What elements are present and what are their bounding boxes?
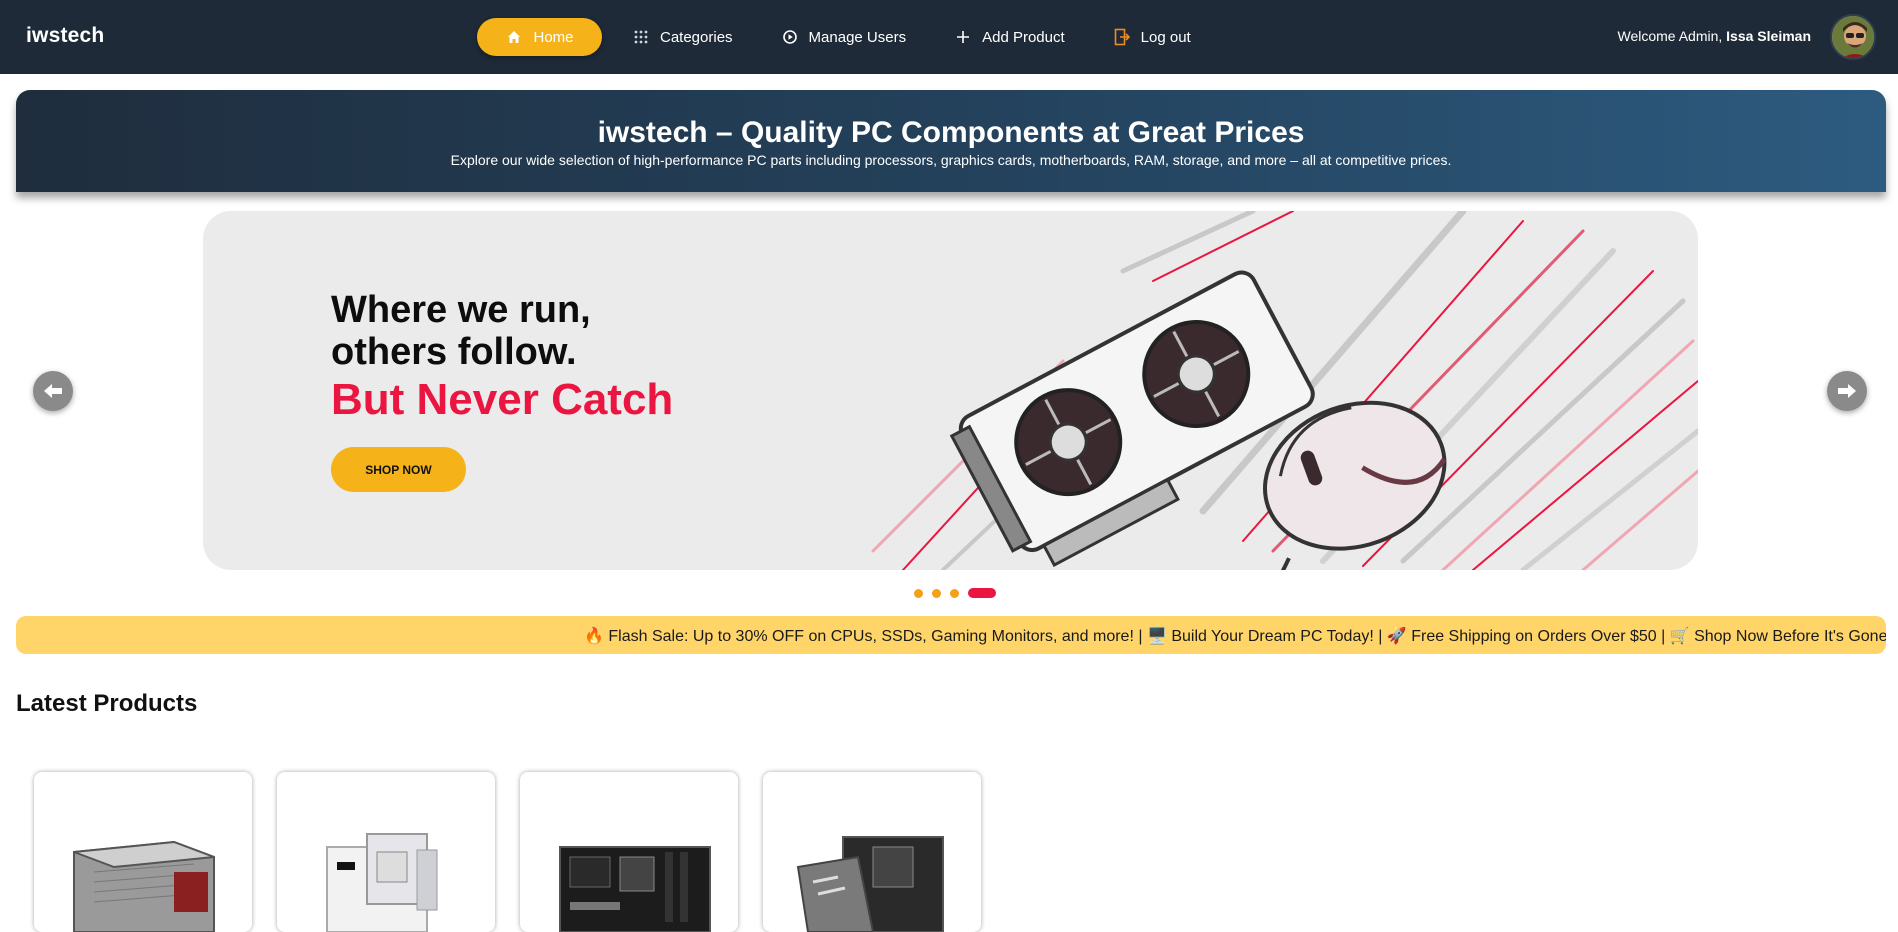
latest-products-title: Latest Products [16,690,198,717]
avatar[interactable] [1830,14,1876,60]
hero-banner: iwstech – Quality PC Components at Great… [16,90,1886,192]
carousel-dot-active[interactable] [968,588,996,598]
user-name: Issa Sleiman [1726,28,1811,44]
nav-menu: Home Categories Manage Users Add Product [477,18,1221,56]
motherboard-box-image [796,836,944,932]
slide-line-1: Where we run, [331,289,591,331]
motherboard-white-image [326,833,438,932]
carousel-dot[interactable] [914,588,923,598]
nav-home[interactable]: Home [477,18,602,56]
carousel-prev-button[interactable] [33,371,73,411]
product-card[interactable] [277,772,495,932]
carousel-indicators [914,588,1005,598]
product-card[interactable] [34,772,252,932]
carousel-dot[interactable] [950,588,959,598]
nav-categories[interactable]: Categories [614,18,751,56]
product-card[interactable] [763,772,981,932]
nav-home-label: Home [533,28,574,46]
arrow-right-icon [1838,384,1856,398]
nav-add-product-label: Add Product [982,28,1065,46]
users-icon [781,28,799,46]
hero-title: iwstech – Quality PC Components at Great… [597,116,1305,149]
nav-add-product[interactable]: Add Product [936,18,1083,56]
carousel-next-button[interactable] [1827,371,1867,411]
nav-manage-users[interactable]: Manage Users [763,18,925,56]
product-card[interactable] [520,772,738,932]
logout-icon [1113,28,1131,46]
hero-subtitle: Explore our wide selection of high-perfo… [450,152,1452,168]
plus-icon [954,28,972,46]
power-supply-image [73,840,215,932]
welcome-text: Welcome Admin, Issa Sleiman [1618,28,1812,44]
nav-logout[interactable]: Log out [1095,18,1209,56]
top-navbar: iwstech Home Categories Manage Users Add… [0,0,1898,74]
brand-logo[interactable]: iwstech [26,24,104,48]
home-icon [505,28,523,46]
grid-icon [632,28,650,46]
nav-logout-label: Log out [1140,28,1191,46]
nav-categories-label: Categories [660,28,733,46]
motherboard-black-image [559,846,711,932]
ticker-text: 🔥 Flash Sale: Up to 30% OFF on CPUs, SSD… [584,628,1886,645]
nav-manage-users-label: Manage Users [808,28,907,46]
promo-ticker: 🔥 Flash Sale: Up to 30% OFF on CPUs, SSD… [16,616,1886,654]
arrow-left-icon [44,384,62,398]
slide-line-3: But Never Catch [331,375,674,424]
slide-headline: Where we run, others follow. But Never C… [331,289,673,425]
shop-now-button[interactable]: SHOP NOW [331,447,466,492]
carousel-dot[interactable] [932,588,941,598]
welcome-prefix: Welcome Admin, [1617,28,1723,44]
carousel-slide: Where we run, others follow. But Never C… [203,211,1698,570]
gpu-mouse-illustration [871,211,1698,570]
slide-line-2: others follow. [331,331,577,373]
